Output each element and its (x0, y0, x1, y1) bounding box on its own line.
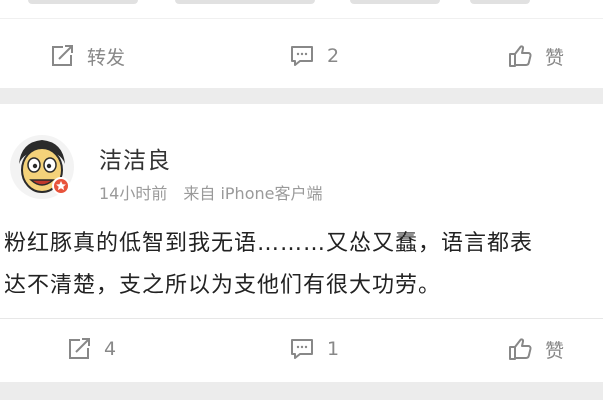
repost-icon (49, 43, 75, 69)
post-card-1: 转发 2 赞 (0, 0, 603, 88)
like-button[interactable]: 赞 (507, 319, 564, 379)
thumbs-up-icon (507, 336, 533, 362)
post-source: 来自 iPhone客户端 (183, 184, 323, 203)
comment-button[interactable]: 2 (289, 26, 339, 86)
post-card-2: 洁洁良 14小时前 来自 iPhone客户端 粉红豚真的低智到我无语………又怂又蠢… (0, 104, 603, 382)
comment-button[interactable]: 1 (289, 319, 339, 379)
comment-count: 1 (327, 338, 340, 360)
post-2-action-bar: 4 1 赞 (0, 319, 603, 379)
avatar[interactable] (9, 134, 75, 200)
post-content: 粉红豚真的低智到我无语………又怂又蠢，语言都表 达不清楚，支之所以为支他们有很大… (4, 223, 600, 303)
repost-label: 转发 (87, 46, 126, 69)
post-content-line-1: 粉红豚真的低智到我无语………又怂又蠢，语言都表 (4, 231, 534, 256)
like-button[interactable]: 赞 (507, 26, 564, 86)
comment-icon (289, 43, 315, 69)
repost-button[interactable]: 4 (66, 319, 116, 379)
cut-off-content (0, 0, 603, 19)
comment-count: 2 (327, 45, 340, 67)
like-label: 赞 (545, 46, 565, 69)
post-meta: 14小时前 来自 iPhone客户端 (99, 180, 322, 204)
thumbs-up-icon (507, 43, 533, 69)
post-1-action-bar: 转发 2 赞 (0, 26, 603, 86)
post-content-line-2: 达不清楚，支之所以为支他们有很大功劳。 (4, 273, 442, 298)
comment-icon (289, 336, 315, 362)
post-time: 14小时前 (99, 184, 168, 203)
like-label: 赞 (545, 339, 565, 362)
repost-icon (66, 336, 92, 362)
repost-button[interactable]: 转发 (49, 26, 125, 86)
repost-count: 4 (104, 338, 117, 360)
cartoon-avatar-icon (10, 135, 74, 199)
author-name[interactable]: 洁洁良 (99, 141, 171, 175)
